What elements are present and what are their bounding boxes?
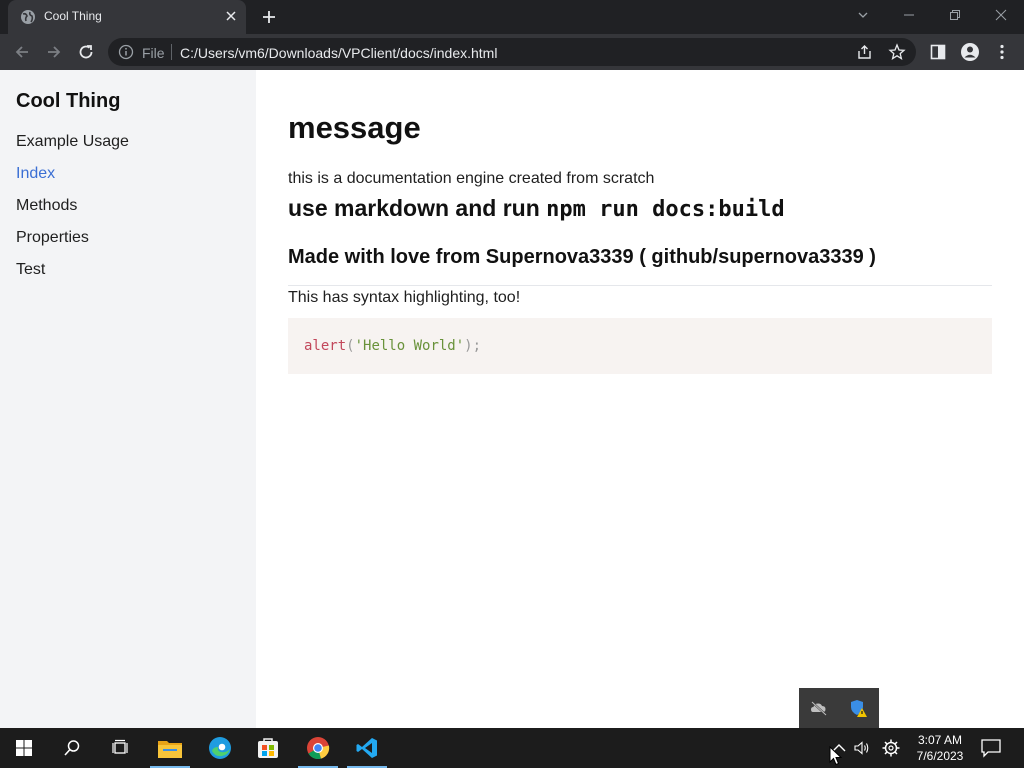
clock-date: 7/6/2023: [916, 749, 964, 763]
address-bar[interactable]: File C:/Users/vm6/Downloads/VPClient/doc…: [108, 38, 916, 66]
taskbar-vscode[interactable]: [343, 728, 391, 768]
bookmark-star-icon[interactable]: [888, 43, 906, 61]
close-tab-icon[interactable]: [222, 7, 240, 25]
mouse-cursor-icon: [829, 746, 843, 766]
code-close-token: );: [464, 338, 482, 354]
task-view-button[interactable]: [96, 728, 144, 768]
sidebar-item-example-usage[interactable]: Example Usage: [16, 132, 129, 164]
info-icon[interactable]: [118, 44, 134, 60]
taskbar-store[interactable]: [244, 728, 292, 768]
volume-icon[interactable]: [852, 738, 872, 758]
vscode-icon: [356, 738, 377, 758]
onedrive-offline-icon[interactable]: [809, 698, 829, 718]
browser-tab[interactable]: Cool Thing: [8, 0, 246, 34]
profile-icon: [961, 43, 979, 61]
share-icon[interactable]: [856, 43, 874, 61]
close-window-button[interactable]: [978, 0, 1024, 30]
chrome-icon: [307, 737, 330, 760]
kebab-menu-icon: [1000, 44, 1004, 60]
defender-warning-icon[interactable]: [849, 698, 869, 718]
file-explorer-icon: [158, 741, 182, 758]
restore-button[interactable]: [932, 0, 978, 30]
taskbar-file-explorer[interactable]: [146, 728, 194, 768]
restore-icon: [950, 10, 960, 20]
search-button[interactable]: [48, 728, 96, 768]
new-tab-icon[interactable]: [259, 7, 279, 27]
tray-overflow-popup: [799, 688, 879, 728]
reload-button[interactable]: [74, 40, 98, 64]
task-view-icon: [112, 739, 128, 754]
menu-button[interactable]: [990, 40, 1014, 64]
edge-icon: [209, 737, 231, 759]
code-line: alert('Hello World');: [304, 338, 481, 354]
minimize-button[interactable]: [886, 0, 932, 30]
docs-sidebar: Cool Thing Example Usage Index Methods P…: [0, 70, 256, 728]
sidebar-nav: Example Usage Index Methods Properties T…: [16, 132, 129, 292]
subheading-markdown: use markdown and run npm run docs:build: [288, 195, 785, 222]
search-icon: [64, 740, 80, 756]
taskbar-clock[interactable]: 3:07 AM 7/6/2023: [912, 732, 968, 764]
globe-icon: [21, 10, 35, 24]
divider: [288, 285, 992, 286]
start-button[interactable]: [0, 728, 48, 768]
url-text[interactable]: C:/Users/vm6/Downloads/VPClient/docs/ind…: [180, 45, 497, 61]
profile-button[interactable]: [958, 40, 982, 64]
settings-gear-icon[interactable]: [881, 738, 901, 758]
browser-titlebar: Cool Thing: [0, 0, 1024, 34]
code-block: alert('Hello World');: [288, 318, 992, 374]
tab-search-button[interactable]: [840, 0, 886, 30]
forward-button[interactable]: [42, 40, 66, 64]
arrow-right-icon: [48, 46, 61, 58]
tab-title: Cool Thing: [44, 9, 102, 23]
notification-icon[interactable]: [980, 738, 1002, 758]
reload-icon: [79, 45, 93, 59]
code-open-paren: (: [346, 338, 355, 354]
intro-paragraph: this is a documentation engine created f…: [288, 170, 655, 187]
credits-heading: Made with love from Supernova3339 ( gith…: [288, 246, 876, 268]
page-heading: message: [288, 110, 421, 145]
sidebar-item-test[interactable]: Test: [16, 260, 129, 292]
sidebar-item-properties[interactable]: Properties: [16, 228, 129, 260]
start-icon: [16, 740, 32, 756]
minimize-icon: [904, 14, 914, 16]
syntax-note: This has syntax highlighting, too!: [288, 289, 521, 306]
sidebar-item-index[interactable]: Index: [16, 164, 129, 196]
omnibox-divider: [171, 44, 172, 60]
site-title[interactable]: Cool Thing: [16, 90, 120, 113]
sidebar-item-methods[interactable]: Methods: [16, 196, 129, 228]
chevron-down-icon: [858, 12, 868, 18]
side-panel-icon: [930, 44, 946, 60]
docs-content: message this is a documentation engine c…: [288, 70, 992, 728]
subheading-text: use markdown and run: [288, 195, 547, 221]
close-icon: [995, 9, 1007, 21]
clock-time: 3:07 AM: [917, 733, 963, 747]
back-button[interactable]: [10, 40, 34, 64]
side-panel-button[interactable]: [926, 40, 950, 64]
arrow-left-icon: [15, 46, 28, 58]
taskbar-chrome[interactable]: [294, 728, 342, 768]
store-icon: [258, 738, 278, 758]
scheme-label: File: [142, 45, 165, 61]
inline-code-command: npm run docs:build: [546, 197, 785, 222]
code-string-token: 'Hello World': [354, 338, 465, 354]
taskbar-edge[interactable]: [196, 728, 244, 768]
taskbar: 3:07 AM 7/6/2023: [0, 728, 1024, 768]
browser-toolbar: File C:/Users/vm6/Downloads/VPClient/doc…: [0, 34, 1024, 70]
code-function-token: alert: [304, 338, 347, 354]
